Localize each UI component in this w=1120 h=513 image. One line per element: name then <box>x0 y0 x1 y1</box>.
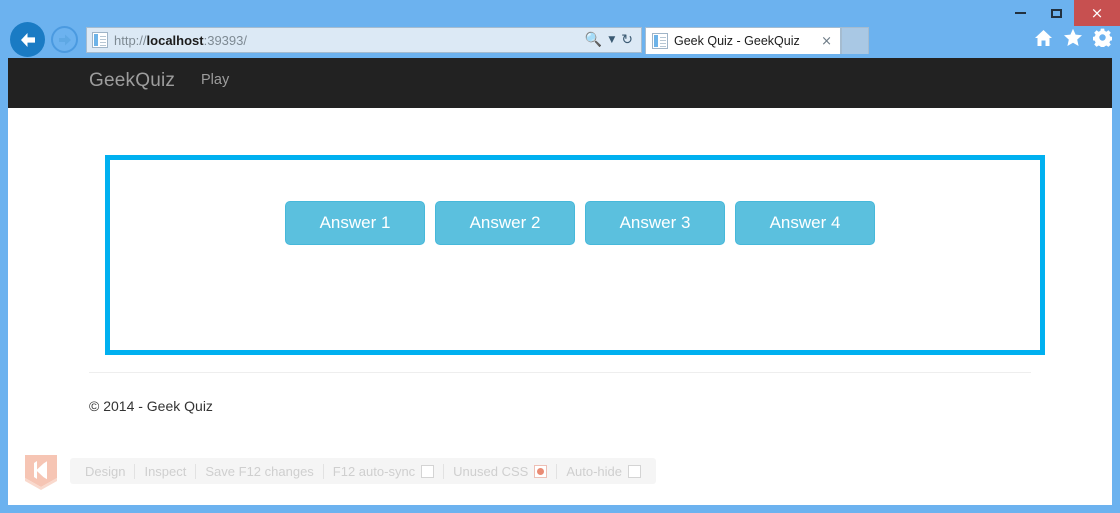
home-icon[interactable] <box>1034 29 1053 47</box>
minimize-button[interactable] <box>1002 0 1038 26</box>
navbar-brand[interactable]: GeekQuiz <box>89 70 175 92</box>
bl-f12-auto-sync-item[interactable]: F12 auto-sync <box>324 464 443 479</box>
answer-button-3[interactable]: Answer 3 <box>585 201 725 245</box>
bl-save-f12-changes-button[interactable]: Save F12 changes <box>196 464 322 479</box>
minimize-icon <box>1014 12 1026 14</box>
browser-link-panel: Design Inspect Save F12 changes F12 auto… <box>70 458 656 484</box>
tab-close-icon[interactable]: × <box>821 34 832 49</box>
new-tab-button[interactable] <box>841 27 869 54</box>
back-arrow-icon <box>20 32 35 47</box>
bl-auto-hide-label: Auto-hide <box>566 463 622 479</box>
bl-unused-css-item[interactable]: Unused CSS <box>444 464 556 479</box>
bl-f12-auto-sync-label: F12 auto-sync <box>332 463 416 479</box>
back-button[interactable] <box>10 22 45 57</box>
site-navbar: GeekQuiz Play <box>8 58 1112 108</box>
forward-arrow-icon <box>58 34 71 45</box>
bl-design-button[interactable]: Design <box>76 464 134 479</box>
selected-element-highlight: Answer 1 Answer 2 Answer 3 Answer 4 <box>105 155 1045 355</box>
maximize-icon <box>1050 8 1062 18</box>
browser-tab[interactable]: Geek Quiz - GeekQuiz × <box>645 27 841 54</box>
browser-command-icons <box>1034 28 1112 47</box>
address-bar[interactable]: http://localhost:39393/ 🔍 ▼ ↻ <box>86 27 642 53</box>
refresh-icon[interactable]: ↻ <box>619 33 635 47</box>
bl-unused-css-record-icon[interactable] <box>534 464 548 478</box>
address-host: localhost <box>146 32 204 48</box>
close-icon: × <box>1090 3 1104 22</box>
bl-design-label: Design <box>85 463 126 479</box>
answer-button-2[interactable]: Answer 2 <box>435 201 575 245</box>
visual-studio-logo-icon <box>25 455 57 490</box>
window-controls: × <box>1002 0 1120 26</box>
bl-auto-hide-checkbox[interactable] <box>627 464 641 478</box>
bl-inspect-button[interactable]: Inspect <box>135 464 195 479</box>
bl-auto-hide-item[interactable]: Auto-hide <box>557 464 650 479</box>
bl-save-f12-changes-label: Save F12 changes <box>205 463 314 479</box>
bl-f12-auto-sync-checkbox[interactable] <box>421 464 435 478</box>
close-window-button[interactable]: × <box>1074 0 1120 26</box>
forward-button[interactable] <box>51 26 78 53</box>
favorites-star-icon[interactable] <box>1063 28 1083 47</box>
footer-copyright: © 2014 - Geek Quiz <box>89 398 213 414</box>
page-viewport: GeekQuiz Play Answer 1 Answer 2 Answer 3… <box>8 58 1112 505</box>
address-text: http://localhost:39393/ <box>114 33 583 48</box>
address-rest: :39393/ <box>203 32 247 48</box>
browser-window: × http://localhost:39393/ 🔍 ▼ ↻ Geek Qui… <box>0 0 1120 513</box>
tab-title: Geek Quiz - GeekQuiz <box>674 34 800 48</box>
answer-button-4[interactable]: Answer 4 <box>735 201 875 245</box>
page-favicon-icon <box>92 32 108 48</box>
footer-divider <box>89 372 1031 373</box>
tools-gear-icon[interactable] <box>1093 28 1112 47</box>
answer-button-group: Answer 1 Answer 2 Answer 3 Answer 4 <box>285 201 875 245</box>
bl-inspect-label: Inspect <box>144 463 187 479</box>
bl-unused-css-label: Unused CSS <box>453 463 529 479</box>
chevron-down-icon[interactable]: ▼ <box>606 33 617 47</box>
nav-link-play[interactable]: Play <box>201 72 229 88</box>
browser-link-toolbar: Design Inspect Save F12 changes F12 auto… <box>8 440 1112 500</box>
search-icon[interactable]: 🔍 <box>583 33 604 47</box>
address-bar-tools: 🔍 ▼ ↻ <box>583 33 635 47</box>
tab-favicon-icon <box>652 33 668 49</box>
answer-button-1[interactable]: Answer 1 <box>285 201 425 245</box>
address-scheme: http:// <box>114 32 147 48</box>
maximize-button[interactable] <box>1038 0 1074 26</box>
browser-chrome: × http://localhost:39393/ 🔍 ▼ ↻ Geek Qui… <box>0 0 1120 60</box>
